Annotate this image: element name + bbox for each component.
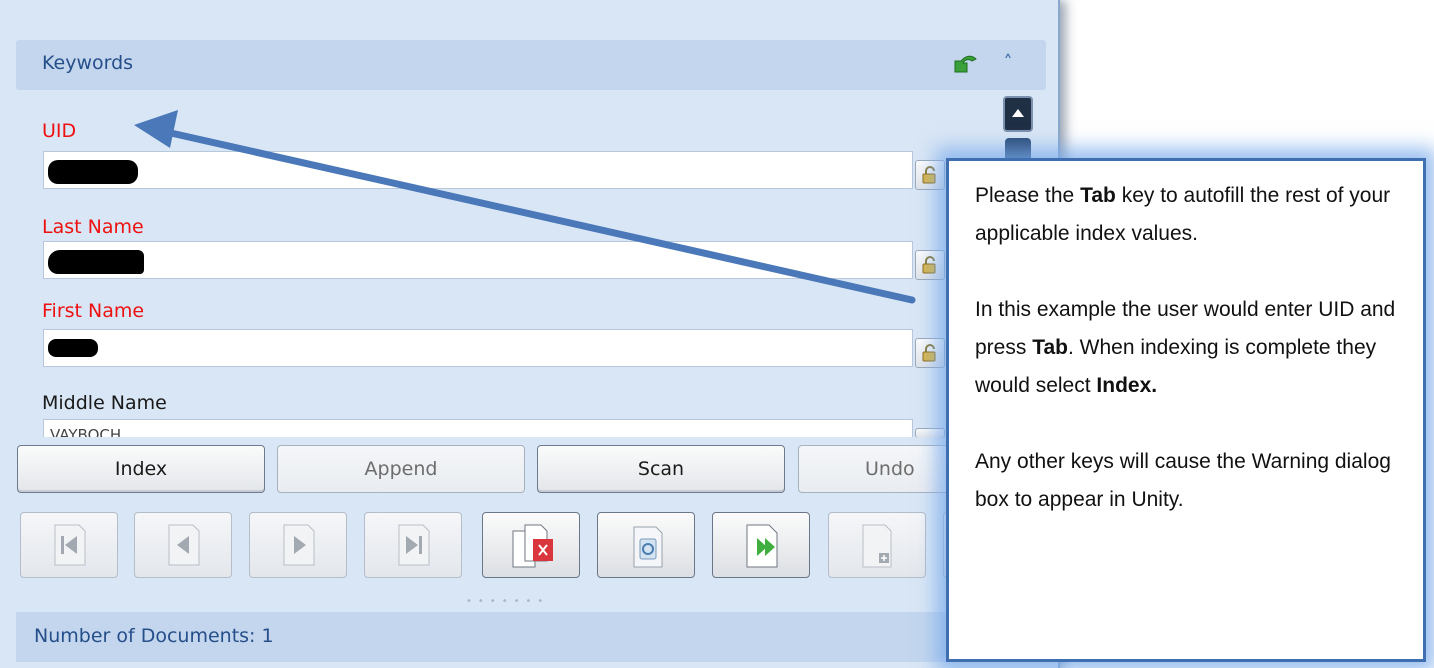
instruction-callout: Please the Tab key to autofill the rest … [946,158,1426,662]
callout-paragraph-2: In this example the user would enter UID… [975,298,1396,397]
callout-paragraph-3: Any other keys will cause the Warning di… [975,450,1391,511]
callout-paragraph-1: Please the Tab key to autofill the rest … [975,184,1391,245]
